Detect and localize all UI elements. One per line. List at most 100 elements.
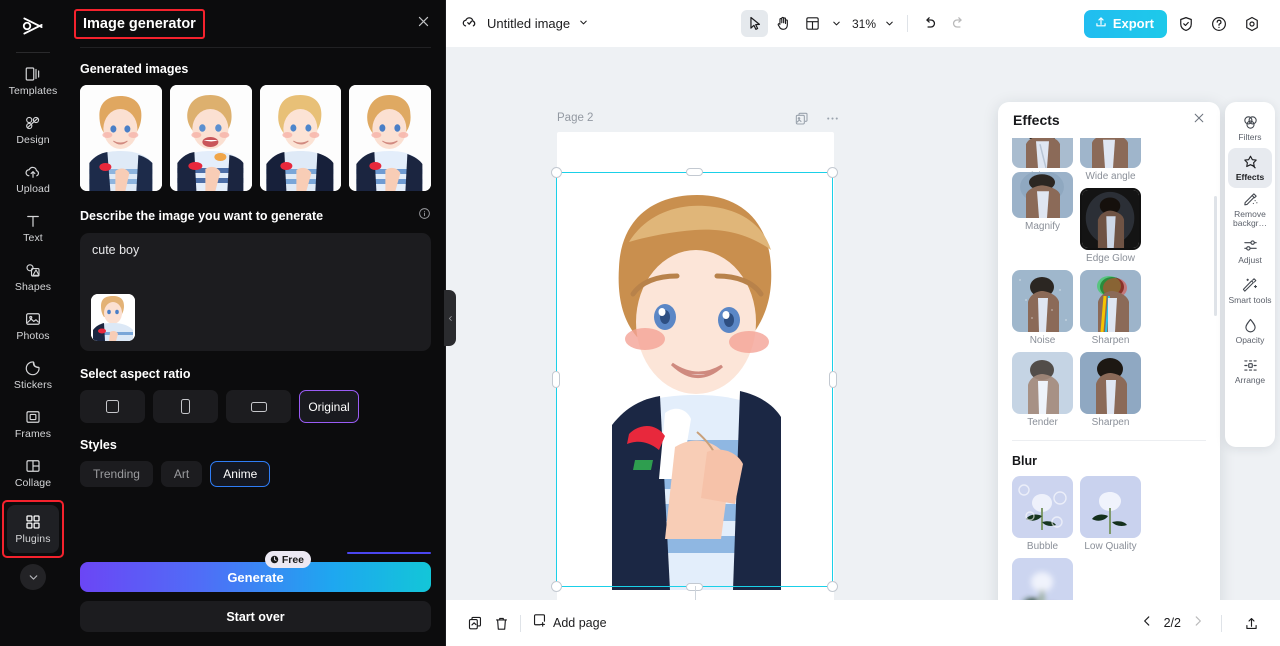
sidebar-item-stickers[interactable]: Stickers — [7, 351, 59, 399]
document-name[interactable]: Untitled image — [460, 12, 589, 36]
sidebar-collapse-button[interactable] — [20, 564, 46, 590]
redo-button[interactable] — [945, 10, 972, 37]
export-button[interactable]: Export — [1083, 9, 1167, 38]
zoom-chevron-button[interactable] — [880, 10, 899, 37]
sidebar-item-frames[interactable]: Frames — [7, 400, 59, 448]
shield-check-icon[interactable] — [1172, 10, 1200, 38]
sidebar-item-collage[interactable]: Collage — [7, 449, 59, 497]
sidebar-item-design[interactable]: Design — [7, 106, 59, 154]
rail-divider-2 — [16, 500, 50, 501]
effect-item[interactable]: Edge Glow — [1080, 188, 1141, 264]
right-item-effects[interactable]: Effects — [1228, 148, 1272, 188]
effect-thumbnail — [1012, 270, 1073, 332]
reference-image-thumb[interactable] — [91, 294, 135, 341]
effect-item[interactable]: Low Quality — [1080, 476, 1141, 552]
style-anime[interactable]: Anime — [210, 461, 271, 487]
sidebar-item-upload[interactable]: Upload — [7, 155, 59, 203]
right-item-smart-tools[interactable]: Smart tools — [1228, 271, 1272, 311]
right-item-opacity[interactable]: Opacity — [1228, 311, 1272, 351]
add-page-label: Add page — [553, 616, 607, 630]
style-art[interactable]: Art — [160, 461, 203, 487]
generated-image-thumb[interactable] — [259, 85, 342, 191]
generated-image-thumb[interactable] — [169, 85, 252, 191]
right-item-label: Opacity — [1235, 334, 1265, 345]
effect-thumbnail — [1080, 476, 1141, 538]
page-canvas[interactable] — [557, 132, 834, 600]
aspect-ratio-original[interactable]: Original — [299, 390, 359, 423]
effect-label: Noise — [1029, 335, 1056, 346]
effect-item[interactable]: Sharpen — [1080, 352, 1141, 428]
rail-divider — [16, 52, 50, 53]
prev-page-button[interactable] — [1140, 614, 1154, 633]
layout-tool-button[interactable] — [799, 10, 826, 37]
effect-item[interactable]: Blur — [1012, 558, 1073, 600]
sidebar-item-templates[interactable]: Templates — [7, 57, 59, 105]
generated-image-thumb[interactable] — [80, 85, 162, 191]
main-area: Untitled image 31% Export Page 2 Effects… — [446, 0, 1280, 646]
effect-item[interactable]: Noise — [1012, 270, 1073, 346]
help-circle-icon[interactable] — [1205, 10, 1233, 38]
document-title: Untitled image — [487, 16, 571, 31]
effect-item[interactable]: Sharpen — [1080, 270, 1141, 346]
undo-button[interactable] — [916, 10, 943, 37]
effect-item[interactable]: Bubble — [1012, 476, 1073, 552]
effect-label: Low Quality — [1084, 541, 1137, 552]
info-icon[interactable] — [418, 207, 431, 225]
bottom-toolbar: Add page 2/2 — [446, 600, 1280, 646]
effect-thumbnail — [1080, 270, 1141, 332]
delete-page-button[interactable] — [488, 610, 514, 636]
effects-divider — [1012, 440, 1206, 441]
sidebar-item-plugins[interactable]: Plugins — [2, 500, 64, 558]
canvas-image[interactable] — [557, 172, 834, 590]
hand-tool-button[interactable] — [770, 10, 797, 37]
chevron-down-icon[interactable] — [578, 15, 589, 33]
sidebar-item-label: Stickers — [13, 379, 53, 392]
app-root: Templates Design Upload Text Shapes Phot… — [0, 0, 1280, 646]
page-actions — [794, 110, 841, 132]
layout-chevron-button[interactable] — [828, 10, 845, 37]
aspect-ratio-portrait[interactable] — [153, 390, 218, 423]
more-horizontal-icon[interactable] — [824, 110, 841, 132]
right-item-adjust[interactable]: Adjust — [1228, 231, 1272, 271]
duplicate-page-icon[interactable] — [794, 111, 810, 132]
canvas-area[interactable]: Page 2 Effects Wide angle Magnify Edge G… — [446, 47, 1280, 600]
sidebar-item-label: Collage — [14, 477, 52, 490]
right-toolbar: Filters Effects Remove backgr… Adjust Sm… — [1225, 102, 1275, 447]
effect-item[interactable]: Tender — [1012, 352, 1073, 428]
effect-item[interactable]: Wide angle — [1080, 138, 1141, 182]
sidebar-item-text[interactable]: Text — [7, 204, 59, 252]
image-generator-panel: Image generator Generated images Describ… — [66, 0, 456, 646]
effect-item[interactable]: Magnify — [1012, 172, 1073, 264]
panel-scroll-indicator[interactable] — [347, 552, 431, 554]
aspect-ratio-original-label: Original — [308, 399, 350, 414]
duplicate-page-button[interactable] — [462, 610, 488, 636]
prompt-input[interactable]: cute boy — [80, 233, 431, 351]
prompt-label-row: Describe the image you want to generate — [80, 207, 431, 225]
aspect-ratio-landscape[interactable] — [226, 390, 291, 423]
sidebar-item-photos[interactable]: Photos — [7, 302, 59, 350]
start-over-button[interactable]: Start over — [80, 601, 431, 632]
sidebar-item-label: Plugins — [15, 533, 51, 546]
right-item-arrange[interactable]: Arrange — [1228, 351, 1272, 391]
aspect-ratio-square[interactable] — [80, 390, 145, 423]
next-page-button[interactable] — [1191, 614, 1205, 633]
effects-scrollbar[interactable] — [1214, 196, 1217, 316]
effects-panel-header: Effects — [998, 102, 1220, 138]
select-tool-button[interactable] — [741, 10, 768, 37]
generated-image-thumb[interactable] — [349, 85, 431, 191]
generate-button[interactable]: Generate — [80, 562, 431, 592]
right-item-remove-background[interactable]: Remove backgr… — [1228, 188, 1272, 231]
panel-collapse-handle[interactable] — [444, 290, 456, 346]
sidebar-item-label: Shapes — [14, 281, 52, 294]
close-icon[interactable] — [416, 14, 431, 34]
capcut-logo-icon[interactable] — [13, 6, 53, 46]
effects-panel-body[interactable]: Fisheye Wide angle Magnify — [998, 138, 1220, 600]
sidebar-item-shapes[interactable]: Shapes — [7, 253, 59, 301]
close-icon[interactable] — [1192, 111, 1206, 130]
effect-label: Sharpen — [1091, 417, 1130, 428]
settings-gear-icon[interactable] — [1238, 10, 1266, 38]
style-trending[interactable]: Trending — [80, 461, 153, 487]
add-page-button[interactable]: Add page — [531, 612, 607, 634]
export-page-button[interactable] — [1238, 610, 1264, 636]
right-item-filters[interactable]: Filters — [1228, 108, 1272, 148]
